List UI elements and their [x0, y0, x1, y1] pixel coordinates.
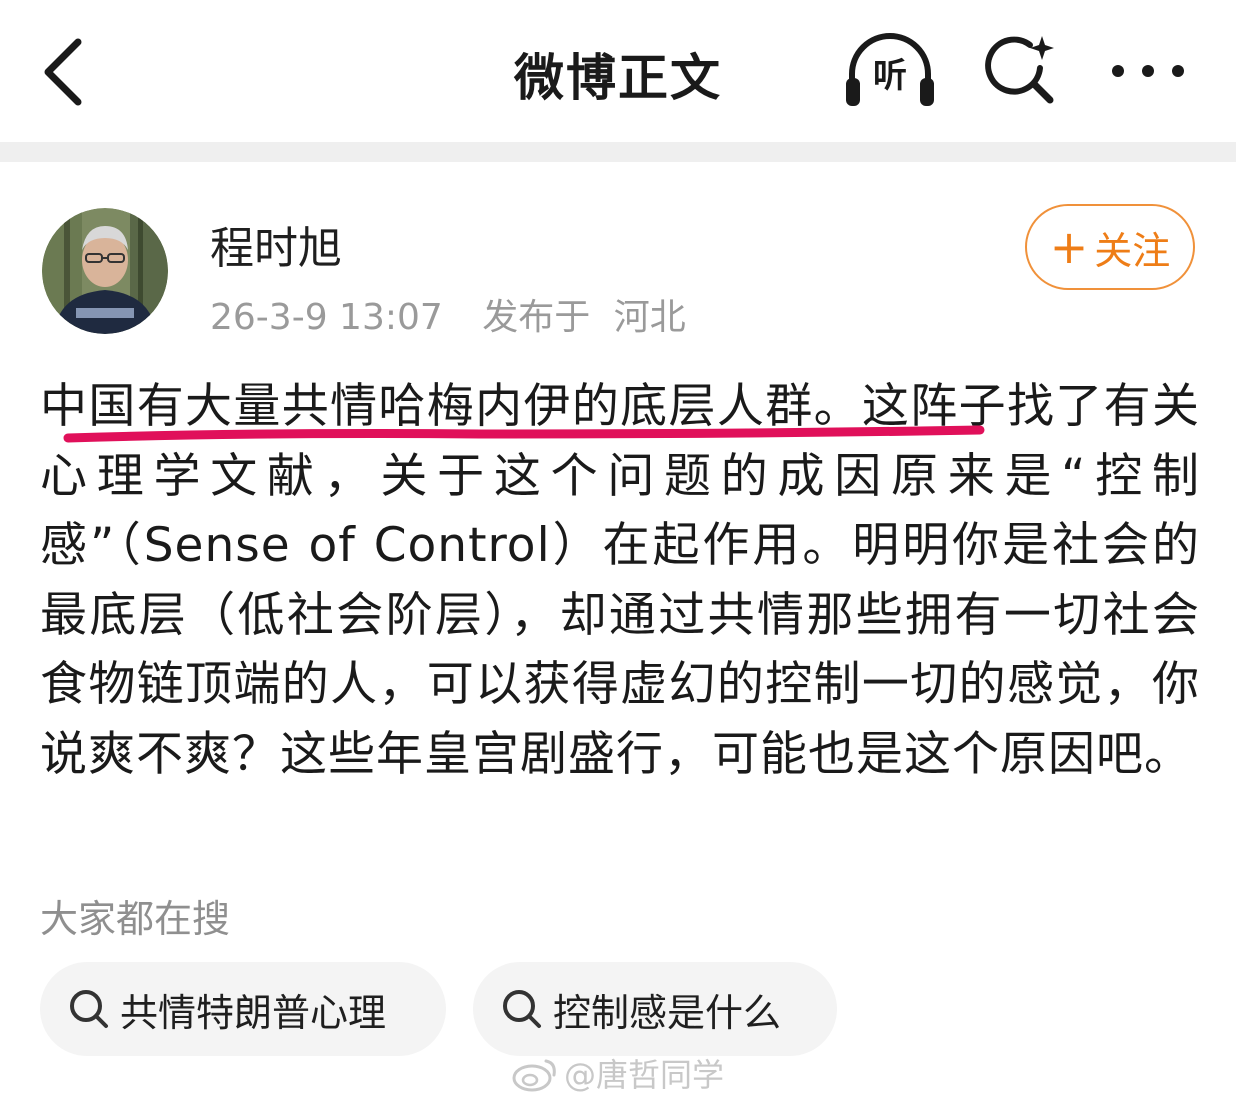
location-label: 发布于 — [482, 297, 591, 338]
more-options-button[interactable] — [1108, 46, 1188, 96]
post-timestamp: 26-3-9 13:07 — [210, 297, 443, 338]
ai-search-icon — [985, 36, 1054, 104]
weibo-logo-icon — [512, 1059, 556, 1092]
back-chevron-icon — [44, 38, 82, 106]
trending-title: 大家都在搜 — [40, 897, 231, 941]
trending-chip[interactable]: 共情特朗普心理 — [40, 962, 446, 1056]
post-meta: 26-3-9 13:07 发布于 河北 — [210, 288, 686, 340]
user-avatar — [42, 208, 168, 334]
post-location: 河北 — [613, 297, 686, 338]
search-icon — [70, 990, 108, 1028]
back-button[interactable] — [36, 34, 96, 110]
author-avatar[interactable] — [42, 208, 168, 334]
post-body-text: 中国有大量共情哈梅内伊的底层人群。这阵子找了有关心理学文献，关于这个问题的成因原… — [40, 379, 1200, 782]
watermark-text: @唐哲同学 — [564, 1056, 725, 1094]
follow-button[interactable]: + 关注 — [1025, 204, 1195, 290]
search-icon — [503, 990, 541, 1028]
listen-button[interactable]: 听 — [842, 30, 938, 110]
trending-chip[interactable]: 控制感是什么 — [473, 962, 837, 1056]
follow-plus-icon: + — [1049, 220, 1089, 274]
section-divider — [0, 142, 1236, 162]
listen-label: 听 — [873, 56, 907, 96]
trending-chip-label: 控制感是什么 — [553, 990, 782, 1035]
ai-search-button[interactable] — [982, 30, 1062, 110]
author-name[interactable]: 程时旭 — [210, 212, 342, 276]
more-dots-icon — [1112, 65, 1184, 77]
follow-label: 关注 — [1094, 228, 1171, 273]
trending-chip-label: 共情特朗普心理 — [120, 990, 387, 1035]
watermark: @唐哲同学 — [510, 1050, 724, 1096]
top-nav-bar: 微博正文 听 — [0, 0, 1236, 142]
